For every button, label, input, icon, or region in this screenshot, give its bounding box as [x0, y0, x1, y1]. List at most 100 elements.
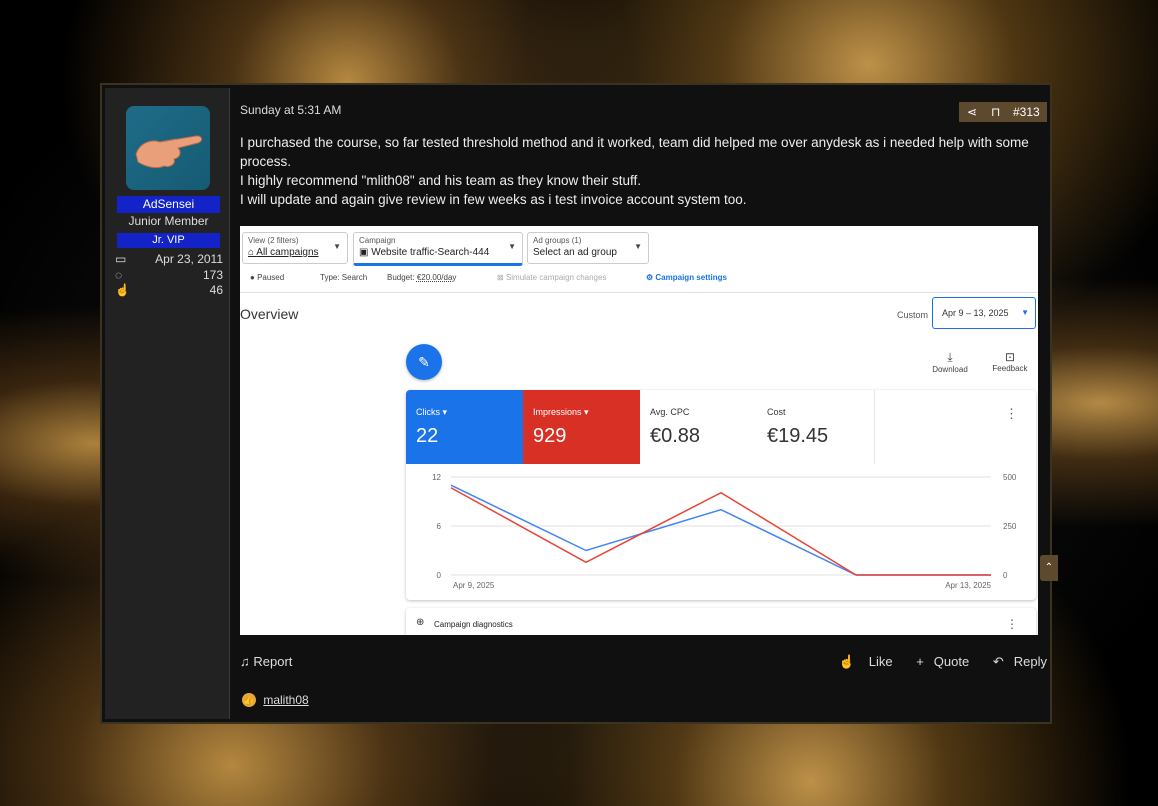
pencil-icon: ✎	[418, 354, 430, 370]
post-body: I purchased the course, so far tested th…	[240, 133, 1030, 209]
campaign-settings-link[interactable]: ⚙ Campaign settings	[646, 273, 727, 282]
more-options-icon[interactable]: ⋮	[1006, 617, 1018, 631]
user-sidebar: AdSensei Junior Member Jr. VIP ▭ Apr 23,…	[105, 88, 230, 719]
metric-card-avg-cpc[interactable]: Avg. CPC €0.88	[640, 390, 758, 464]
feedback-label: Feedback	[992, 364, 1028, 373]
reply-icon: ↶	[992, 654, 1004, 669]
reactions-bar: 👍 malith08	[242, 692, 309, 707]
post-date[interactable]: Sunday at 5:31 AM	[240, 103, 341, 117]
y-right-tick-label: 500	[1003, 473, 1017, 482]
y-right-tick-label: 0	[1003, 571, 1008, 580]
campaign-diagnostics-card[interactable]: ⊕ Campaign diagnostics ⋮	[406, 608, 1036, 635]
metric-label-text: Impressions	[533, 407, 582, 417]
campaign-label: Campaign	[359, 236, 396, 245]
reactor-link[interactable]: malith08	[263, 693, 308, 707]
pointing-hand-image	[135, 135, 203, 169]
calendar-icon: ▭	[115, 252, 127, 266]
metrics-panel: Clicks ▾ 22 Impressions ▾ 929 Avg. CPC €…	[406, 390, 1036, 600]
date-range-picker[interactable]: Apr 9 – 13, 2025 ▼	[932, 297, 1036, 329]
reply-label: Reply	[1013, 654, 1047, 669]
diagnostics-label: Campaign diagnostics	[434, 620, 513, 629]
campaign-dropdown[interactable]: Campaign ▣ Website traffic-Search-444 ▼	[353, 232, 523, 266]
settings-text: Campaign settings	[655, 273, 727, 282]
username-badge[interactable]: AdSensei	[117, 196, 220, 213]
thumbs-up-icon: ☝	[115, 283, 130, 297]
view-value-text: All campaigns	[256, 247, 319, 258]
scroll-top-button[interactable]: ⌃	[1040, 555, 1058, 581]
simulate-text: Simulate campaign changes	[505, 273, 607, 282]
report-link[interactable]: ♫ Report	[240, 654, 292, 669]
status-text: Paused	[257, 273, 285, 282]
metric-value: €19.45	[767, 425, 829, 447]
like-button[interactable]: ☝ Like	[829, 654, 893, 669]
report-label: Report	[253, 654, 293, 669]
ad-groups-label: Ad groups (1)	[533, 236, 582, 245]
user-rank-badge: Jr. VIP	[117, 233, 220, 248]
caret-down-icon: ▼	[333, 242, 341, 251]
performance-chart: 0 6 12 0 250 500 Apr 9, 2025 Apr 13, 2025	[432, 473, 1017, 590]
download-label: Download	[932, 365, 968, 374]
bookmark-icon[interactable]: ⊓	[991, 105, 1000, 119]
metric-label: Avg. CPC	[650, 407, 690, 417]
reply-button[interactable]: ↶ Reply	[983, 654, 1047, 669]
post-footer-actions: ☝ Like + Quote ↶ Reply	[819, 654, 1047, 670]
edit-button[interactable]: ✎	[406, 344, 442, 380]
messages-stat: ◌ 173	[115, 268, 223, 282]
thumbs-up-icon: ☝	[838, 654, 856, 669]
custom-label: Custom	[896, 310, 928, 320]
budget-prefix: Budget:	[387, 273, 417, 282]
share-icon[interactable]: ⋖	[967, 105, 977, 119]
metric-value: 929	[533, 425, 567, 447]
metric-value: 22	[416, 425, 439, 447]
feedback-button[interactable]: ⊡ Feedback	[990, 350, 1030, 373]
metric-card-clicks[interactable]: Clicks ▾ 22	[406, 390, 523, 464]
status: ● Paused	[250, 273, 285, 282]
metric-card-impressions[interactable]: Impressions ▾ 929	[523, 390, 640, 464]
simulate-link[interactable]: ⊠ Simulate campaign changes	[497, 273, 606, 282]
y-left-tick-label: 6	[437, 522, 442, 531]
metric-label-text: Clicks	[416, 407, 440, 417]
reactions-value: 46	[209, 283, 223, 297]
budget-value: €20.00/day	[416, 273, 457, 282]
caret-down-icon: ▼	[508, 242, 516, 251]
view-filter-dropdown[interactable]: View (2 filters) ⌂ All campaigns ▼	[242, 232, 348, 264]
attached-screenshot[interactable]: View (2 filters) ⌂ All campaigns ▼ Campa…	[240, 226, 1038, 635]
metric-label: Cost	[767, 407, 786, 417]
messages-icon: ◌	[115, 268, 123, 282]
joined-stat: ▭ Apr 23, 2011	[115, 252, 223, 266]
feedback-icon: ⊡	[1004, 350, 1016, 364]
avatar[interactable]	[126, 106, 210, 190]
post-container: AdSensei Junior Member Jr. VIP ▭ Apr 23,…	[100, 83, 1052, 724]
metric-card-cost[interactable]: Cost €19.45	[757, 390, 875, 464]
x-tick-label: Apr 13, 2025	[945, 581, 991, 590]
download-button[interactable]: ⤓ Download	[930, 350, 970, 374]
post-actions: ⋖ ⊓ #313	[959, 102, 1047, 122]
chevron-up-icon: ⌃	[1044, 562, 1054, 573]
post-line: I will update and again give review in f…	[240, 192, 747, 207]
metric-label: Impressions ▾	[533, 407, 589, 417]
bell-icon: ♫	[240, 654, 250, 669]
messages-value: 173	[202, 268, 223, 282]
metric-label: Clicks ▾	[416, 407, 448, 417]
post-line: I highly recommend "mlith08" and his tea…	[240, 173, 642, 188]
overview-heading: Overview	[240, 306, 299, 322]
view-value: ⌂ All campaigns	[248, 247, 319, 258]
ad-groups-value: Select an ad group	[533, 247, 617, 258]
like-reaction-icon: 👍	[242, 692, 256, 707]
y-right-tick-label: 250	[1003, 522, 1017, 531]
download-icon: ⤓	[947, 350, 953, 364]
joined-value: Apr 23, 2011	[155, 252, 223, 266]
quote-button[interactable]: + Quote	[906, 654, 969, 669]
more-options-icon[interactable]: ⋮	[1005, 406, 1018, 422]
date-range-text: Apr 9 – 13, 2025	[942, 308, 1009, 318]
campaign-value-text: Website traffic-Search-444	[371, 247, 490, 258]
caret-down-icon: ▼	[1021, 308, 1029, 317]
post-number[interactable]: #313	[1013, 105, 1040, 119]
budget: Budget: €20.00/day	[387, 273, 456, 282]
ad-group-dropdown[interactable]: Ad groups (1) Select an ad group ▼	[527, 232, 649, 264]
caret-down-icon: ▼	[634, 242, 642, 251]
x-tick-label: Apr 9, 2025	[453, 581, 495, 590]
campaign-value: ▣ Website traffic-Search-444	[359, 247, 490, 258]
diagnostics-search-icon: ⊕	[416, 617, 425, 628]
user-title: Junior Member	[128, 214, 209, 228]
